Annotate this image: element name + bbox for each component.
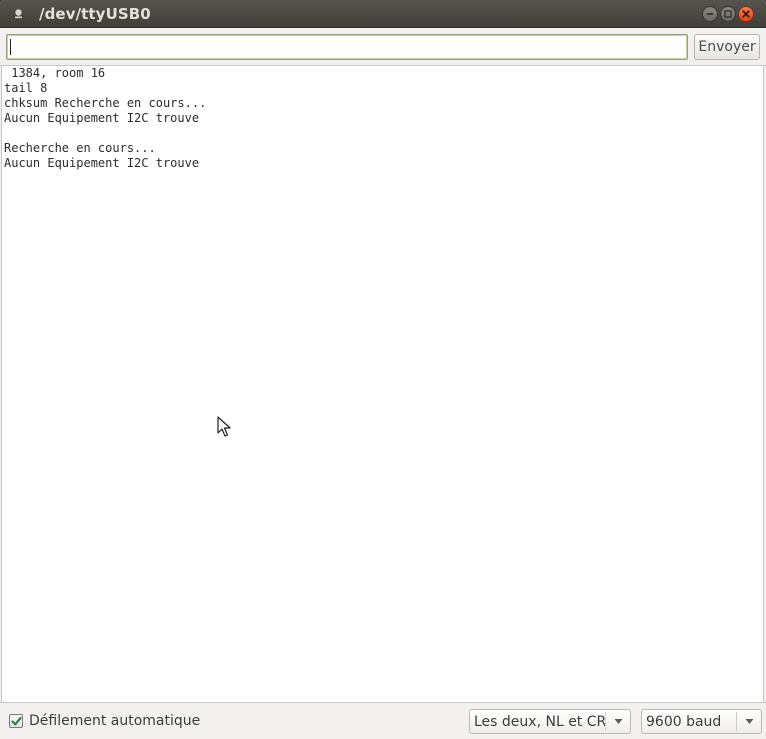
line-ending-value: Les deux, NL et CR (474, 714, 607, 730)
status-bar: Défilement automatique Les deux, NL et C… (0, 702, 766, 739)
send-button[interactable]: Envoyer (694, 34, 760, 60)
window-title: /dev/ttyUSB0 (39, 5, 151, 23)
chevron-down-icon (745, 719, 754, 724)
close-icon (742, 10, 750, 18)
window-menu-icon[interactable] (13, 8, 24, 19)
baud-rate-value: 9600 baud (646, 714, 722, 730)
autoscroll-label[interactable]: Défilement automatique (29, 712, 200, 730)
serial-output-area[interactable]: 1384, room 16 tail 8 chksum Recherche en… (1, 66, 764, 702)
output-line: tail 8 (4, 81, 48, 95)
line-ending-select[interactable]: Les deux, NL et CR (469, 709, 631, 734)
send-input[interactable] (6, 34, 688, 60)
title-bar[interactable]: /dev/ttyUSB0 (0, 0, 766, 28)
maximize-icon (724, 10, 732, 18)
minimize-button[interactable] (702, 6, 718, 22)
baud-rate-select[interactable]: 9600 baud (641, 709, 762, 734)
output-line: Aucun Equipement I2C trouve (4, 111, 200, 125)
chevron-down-icon (614, 719, 623, 724)
mouse-pointer-icon (217, 416, 231, 437)
output-line: 1384, room 16 (4, 66, 106, 80)
minimize-icon (707, 13, 713, 15)
maximize-button[interactable] (720, 6, 736, 22)
output-line: chksum Recherche en cours... (4, 96, 207, 110)
output-line: Aucun Equipement I2C trouve (4, 156, 200, 170)
autoscroll-checkbox[interactable] (9, 714, 23, 728)
select-divider (605, 712, 606, 731)
serial-monitor-window: /dev/ttyUSB0 Envoyer 1384, room 16 tail … (0, 0, 766, 739)
send-toolbar: Envoyer (0, 28, 766, 66)
checkmark-icon (10, 716, 22, 725)
close-button[interactable] (738, 6, 754, 22)
text-caret (10, 39, 11, 55)
output-line: Recherche en cours... (4, 141, 156, 155)
select-divider (736, 712, 737, 731)
